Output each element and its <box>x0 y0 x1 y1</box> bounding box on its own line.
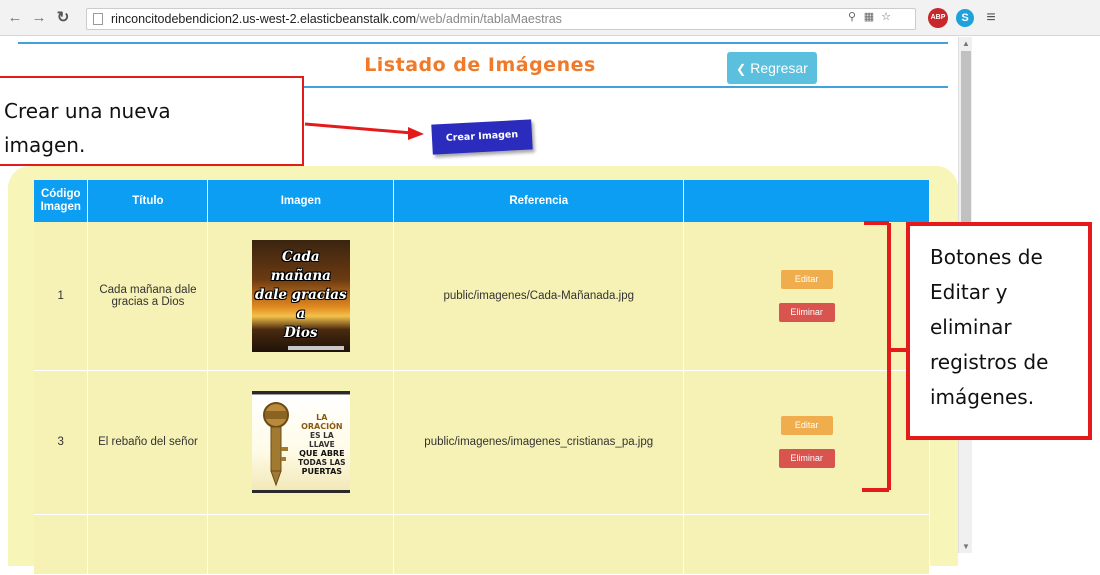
annotation-bracket <box>862 221 907 492</box>
annotation-arrow <box>304 122 424 140</box>
annotation-overlay <box>304 122 907 492</box>
